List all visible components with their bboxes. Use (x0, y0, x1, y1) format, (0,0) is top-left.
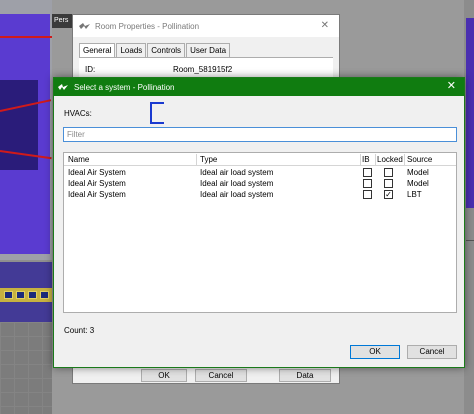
room-dialog-tabs: General Loads Controls User Data (79, 43, 231, 58)
table-row[interactable]: Ideal Air System Ideal air load system ✓… (64, 189, 456, 200)
locked-checkbox[interactable]: ✓ (384, 190, 393, 199)
filter-input[interactable] (63, 127, 457, 142)
id-value: Room_581915f2 (173, 65, 233, 74)
locked-checkbox[interactable] (384, 179, 393, 188)
cancel-button[interactable]: Cancel (407, 345, 457, 359)
cell-source: Model (407, 168, 429, 177)
column-header-locked[interactable]: Locked (377, 155, 403, 164)
cell-source: Model (407, 179, 429, 188)
viewport-left (0, 0, 52, 414)
tab-general[interactable]: General (79, 43, 116, 58)
select-dialog-titlebar: Select a system - Pollination (54, 78, 464, 96)
hvac-table: Name Type IB Locked Source Ideal Air Sys… (63, 152, 457, 313)
model-edge (0, 36, 52, 38)
pollination-logo-icon (79, 22, 90, 30)
ib-checkbox[interactable] (363, 179, 372, 188)
select-system-dialog: Select a system - Pollination ✕ HVACs: N… (53, 77, 465, 368)
viewport-tab-perspective[interactable]: Pers (52, 14, 74, 28)
column-header-source[interactable]: Source (407, 155, 432, 164)
id-label: ID: (85, 65, 96, 74)
cell-type: Ideal air load system (200, 179, 274, 188)
pollination-logo-icon (58, 83, 68, 91)
room-dialog-title: Room Properties - Pollination (95, 21, 200, 31)
model-window (4, 291, 13, 299)
data-button[interactable]: Data (279, 369, 331, 382)
cell-name: Ideal Air System (68, 190, 126, 199)
close-icon[interactable]: ✕ (447, 81, 456, 92)
cancel-button[interactable]: Cancel (195, 369, 247, 382)
ib-checkbox[interactable] (363, 190, 372, 199)
locked-checkbox[interactable] (384, 168, 393, 177)
bracket-annotation (150, 102, 164, 124)
model-geometry (466, 18, 474, 208)
select-dialog-title: Select a system - Pollination (74, 82, 175, 92)
ib-checkbox[interactable] (363, 168, 372, 177)
column-header-type[interactable]: Type (200, 155, 217, 164)
model-window (40, 291, 49, 299)
hvacs-label: HVACs: (64, 109, 92, 118)
close-icon[interactable]: ✕ (321, 20, 329, 31)
model-window (28, 291, 37, 299)
count-label: Count: 3 (64, 326, 95, 335)
ok-button[interactable]: OK (141, 369, 187, 382)
column-header-name[interactable]: Name (68, 155, 89, 164)
cell-type: Ideal air load system (200, 190, 274, 199)
tab-controls[interactable]: Controls (147, 43, 186, 58)
cell-name: Ideal Air System (68, 168, 126, 177)
cell-type: Ideal air load system (200, 168, 274, 177)
tab-loads[interactable]: Loads (116, 43, 147, 58)
viewport-ground (0, 322, 52, 414)
cell-name: Ideal Air System (68, 179, 126, 188)
room-dialog-titlebar: Room Properties - Pollination (73, 15, 339, 37)
table-row[interactable]: Ideal Air System Ideal air load system M… (64, 167, 456, 178)
tab-user-data[interactable]: User Data (186, 43, 231, 58)
table-row[interactable]: Ideal Air System Ideal air load system M… (64, 178, 456, 189)
ok-button[interactable]: OK (350, 345, 400, 359)
model-edge (466, 240, 474, 241)
table-header: Name Type IB Locked Source (64, 153, 456, 166)
model-window (16, 291, 25, 299)
cell-source: LBT (407, 190, 422, 199)
column-header-ib[interactable]: IB (362, 155, 370, 164)
